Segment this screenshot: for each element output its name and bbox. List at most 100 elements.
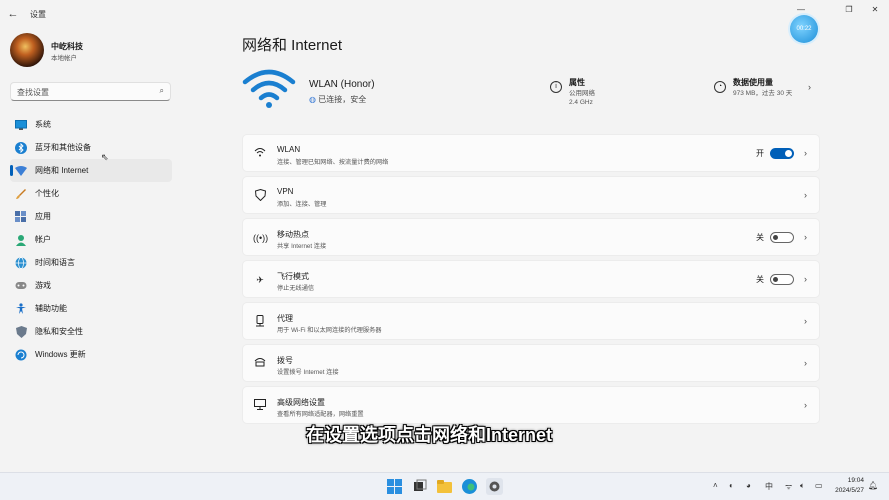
connection-status: ◍ 已连接，安全 — [309, 95, 367, 104]
sidebar-item-accessibility[interactable]: 辅助功能 — [10, 297, 172, 320]
clock-time[interactable]: 19:04 — [840, 477, 864, 484]
sidebar-item-windows-update[interactable]: Windows 更新 — [10, 343, 172, 366]
card-advanced-network[interactable]: 高级网络设置 查看所有网络适配器，网络重置 › — [242, 386, 820, 424]
card-title: 拨号 — [277, 356, 293, 365]
dialup-icon — [253, 357, 267, 371]
card-subtitle: 共享 Internet 连接 — [277, 243, 327, 250]
taskbar: ˄ ◐ ◕ 中 ᯤ 🔈︎ ▭ 19:04 2024/5/27 🔔︎ — [0, 472, 889, 500]
sidebar-item-bluetooth[interactable]: 蓝牙和其他设备 — [10, 136, 172, 159]
title-bar: ← 设置 — ❐ ✕ — [0, 0, 889, 28]
battery-icon[interactable]: ▭ — [815, 481, 823, 490]
brush-icon — [15, 188, 27, 200]
clock-date[interactable]: 2024/5/27 — [830, 487, 864, 494]
advanced-network-icon — [253, 399, 267, 413]
apps-icon — [15, 210, 27, 223]
card-title: 代理 — [277, 314, 293, 323]
vpn-shield-icon — [253, 188, 267, 203]
file-explorer-icon[interactable] — [436, 478, 453, 495]
chevron-right-icon: › — [804, 274, 807, 284]
chevron-right-icon: › — [804, 400, 807, 410]
properties-title: 属性 — [569, 78, 585, 87]
sidebar-item-privacy[interactable]: 隐私和安全性 — [10, 320, 172, 343]
video-caption: 在设置选项点击网络和Internet — [306, 425, 553, 445]
bluetooth-icon — [15, 141, 27, 154]
edge-browser-icon[interactable] — [461, 478, 478, 495]
chevron-right-icon: › — [804, 148, 807, 158]
profile[interactable]: 中屹科技 本地帐户 — [10, 33, 83, 67]
windows-start-icon[interactable] — [386, 478, 403, 495]
card-subtitle: 连接、管理已知网络、按流量计费的网络 — [277, 159, 389, 166]
connection-summary: WLAN (Honor) ◍ 已连接，安全 i 属性 公用网络 2.4 GHz ◔… — [242, 68, 820, 116]
chevron-right-icon: › — [804, 316, 807, 326]
proxy-icon — [253, 315, 267, 329]
sidebar-item-network[interactable]: 网络和 Internet — [10, 159, 172, 182]
connection-name: WLAN (Honor) — [309, 79, 375, 90]
search-icon: ⌕ — [159, 86, 164, 95]
card-title: WLAN — [277, 145, 301, 154]
sidebar-item-personalization[interactable]: 个性化 — [10, 182, 172, 205]
chevron-right-icon: › — [808, 82, 811, 92]
app-tray-icon[interactable]: ◐ — [729, 481, 734, 490]
card-title: 高级网络设置 — [277, 398, 325, 407]
card-wlan[interactable]: WLAN 连接、管理已知网络、按流量计费的网络 开 › — [242, 134, 820, 172]
globe-icon — [15, 256, 27, 269]
airplane-toggle[interactable] — [770, 274, 794, 285]
wlan-toggle[interactable] — [770, 148, 794, 159]
active-indicator — [10, 165, 13, 176]
close-button[interactable]: ✕ — [864, 4, 886, 16]
nav-list: 系统 蓝牙和其他设备 网络和 Internet 个性化 应用 帐户 时间和语言 — [10, 113, 172, 366]
profile-account-type: 本地帐户 — [51, 55, 77, 62]
tray-app-icon[interactable]: ◕ — [746, 481, 751, 490]
card-subtitle: 添加、连接、管理 — [277, 201, 327, 208]
page-title: 网络和 Internet — [242, 37, 343, 54]
settings-app-icon[interactable] — [486, 478, 503, 495]
card-subtitle: 设置拨号 Internet 连接 — [277, 369, 339, 376]
airplane-icon: ✈ — [256, 275, 264, 285]
sidebar-item-accounts[interactable]: 帐户 — [10, 228, 172, 251]
hotspot-toggle[interactable] — [770, 232, 794, 243]
notification-bell-icon[interactable]: 🔔︎ — [868, 481, 878, 490]
toggle-label: 关 — [756, 275, 764, 284]
update-icon — [15, 349, 27, 361]
volume-icon[interactable]: 🔈︎ — [800, 481, 805, 491]
back-arrow-icon[interactable]: ← — [6, 7, 20, 21]
avatar[interactable] — [10, 33, 44, 67]
data-usage-icon: ◔ — [714, 81, 726, 93]
card-title: 飞行模式 — [277, 272, 309, 281]
chevron-right-icon: › — [804, 358, 807, 368]
search-placeholder: 查找设置 — [17, 88, 49, 97]
data-usage-title: 数据使用量 — [733, 78, 773, 87]
hotspot-icon: ((•)) — [253, 233, 269, 243]
monitor-icon — [15, 119, 27, 131]
chevron-right-icon: › — [804, 232, 807, 242]
wifi-large-icon — [242, 69, 296, 108]
data-usage-detail: 973 MB，过去 30 天 — [733, 90, 793, 97]
card-title: VPN — [277, 187, 294, 196]
toggle-label: 关 — [756, 233, 764, 242]
card-subtitle: 停止无线通信 — [277, 285, 315, 292]
wifi-tray-icon[interactable]: ᯤ — [785, 481, 792, 492]
chevron-up-icon[interactable]: ˄ — [713, 481, 718, 490]
card-vpn[interactable]: VPN 添加、连接、管理 › — [242, 176, 820, 214]
card-mobile-hotspot[interactable]: ((•)) 移动热点 共享 Internet 连接 关 › — [242, 218, 820, 256]
maximize-button[interactable]: ❐ — [838, 4, 860, 16]
sidebar-item-time-language[interactable]: 时间和语言 — [10, 251, 172, 274]
card-proxy[interactable]: 代理 用于 Wi-Fi 和以太网连接的代理服务器 › — [242, 302, 820, 340]
shield-icon — [15, 325, 27, 338]
chevron-right-icon: › — [804, 190, 807, 200]
sidebar-item-apps[interactable]: 应用 — [10, 205, 172, 228]
sidebar-item-system[interactable]: 系统 — [10, 113, 172, 136]
search-input[interactable]: 查找设置 ⌕ — [10, 82, 171, 101]
window-title: 设置 — [30, 10, 46, 19]
card-title: 移动热点 — [277, 230, 309, 239]
task-view-icon[interactable] — [411, 478, 428, 495]
card-airplane-mode[interactable]: ✈ 飞行模式 停止无线通信 关 › — [242, 260, 820, 298]
input-method-icon[interactable]: 中 — [765, 481, 773, 492]
toggle-label: 开 — [756, 149, 764, 158]
globe-icon: ◍ — [309, 95, 316, 104]
sidebar-item-gaming[interactable]: 游戏 — [10, 274, 172, 297]
network-icon — [15, 165, 27, 177]
gamepad-icon — [15, 280, 27, 292]
card-dialup[interactable]: 拨号 设置拨号 Internet 连接 › — [242, 344, 820, 382]
info-icon: i — [550, 81, 562, 93]
